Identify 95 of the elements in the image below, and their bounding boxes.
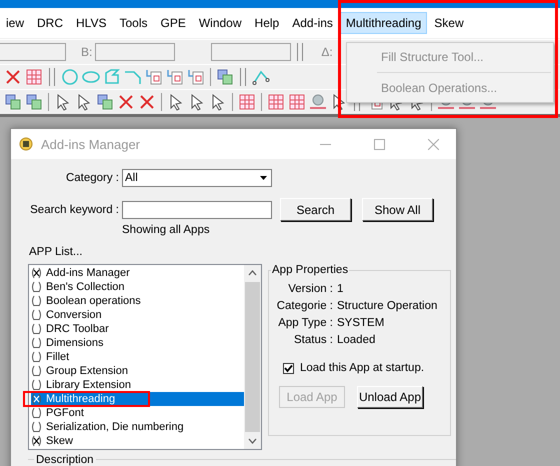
menu-item[interactable]: DRC [31,12,70,34]
app-list[interactable]: Add-ins Manager Ben's Collection Boolean operations Conversion DRC Toolbar Dimensions Fillet Group Extension Library Extension Multithreading PGFont Serialization, Die numbering Skew [28,264,262,450]
item-name: Skew [46,434,73,448]
search-field[interactable] [122,200,272,218]
node-line-icon[interactable] [252,68,270,86]
group-title: Description [34,454,96,466]
list-item[interactable]: DRC Toolbar [31,322,244,336]
field-label: Category : [64,172,120,184]
button[interactable]: Search [280,198,351,221]
grid-icon[interactable] [288,93,306,111]
checkbox[interactable] [31,351,42,363]
item-name: Add-ins Manager [46,266,130,280]
menu-item[interactable]: HLVS [70,12,112,34]
menu-item[interactable]: Tools [113,12,154,34]
menu-item[interactable]: Help [248,12,286,34]
list-item[interactable]: Skew [31,434,244,448]
document-icon[interactable] [187,68,205,86]
list-item[interactable]: Group Extension [31,364,244,378]
menu-item[interactable]: iew [0,12,30,34]
property-value: Loaded [337,334,376,346]
close-icon[interactable] [428,138,438,150]
item-name: Conversion [46,308,102,322]
layers-icon[interactable] [25,93,43,111]
input-field[interactable] [211,43,292,61]
button[interactable]: Unload App [357,386,423,408]
list-item[interactable]: Conversion [31,308,244,322]
checkbox[interactable] [31,393,42,405]
checkbox[interactable] [283,362,294,374]
input-field[interactable] [0,43,66,61]
category-dropdown[interactable]: All [122,169,272,187]
checkbox-label: Load this App at startup. [300,362,424,374]
button[interactable]: Show All [362,198,433,221]
item-name: Ben's Collection [46,280,125,294]
menu-item[interactable]: Window [192,12,248,34]
item-name: Dimensions [46,336,104,350]
checkbox[interactable] [31,379,42,391]
grid-icon[interactable] [267,93,285,111]
delete-icon[interactable] [117,93,135,111]
menu-item[interactable]: Multithreading [340,12,428,34]
list-item[interactable]: PGFont [31,406,244,420]
property-value: SYSTEM [337,317,384,329]
document-icon[interactable] [145,68,163,86]
checkbox[interactable] [31,365,42,377]
menu-item[interactable]: GPE [154,12,192,34]
item-name: Group Extension [46,364,128,378]
item-name: DRC Toolbar [46,322,109,336]
document-icon[interactable] [166,68,184,86]
delete-icon[interactable] [138,93,156,111]
checkbox[interactable] [31,281,42,293]
item-name: Fillet [46,350,70,364]
property-label: App Type : [277,317,333,329]
scrollbar-thumb[interactable] [245,282,260,432]
checkbox[interactable] [31,295,42,307]
list-item[interactable]: Fillet [31,350,244,364]
field-label: Δ: [321,45,333,59]
maximize-icon[interactable] [374,138,384,150]
window-title: Add-ins Manager [41,136,141,152]
checkbox[interactable] [31,309,42,321]
item-name: Multithreading [46,392,116,406]
checkbox[interactable] [31,407,42,419]
property-value: Structure Operation [337,300,438,312]
delete-icon[interactable] [4,68,22,86]
property-label: Categorie : [276,300,333,312]
item-name: Library Extension [46,378,131,392]
group-title: App Properties [271,264,350,276]
menu-item[interactable]: Add-ins [286,12,339,34]
status-text: Showing all Apps [122,224,210,236]
field-label: Search keyword : [29,204,120,216]
list-item[interactable]: Boolean operations [31,294,244,308]
grid-icon[interactable] [25,68,43,86]
list-item[interactable]: Dimensions [31,336,244,350]
checkbox[interactable] [31,435,42,447]
item-name: Boolean operations [46,294,141,308]
property-value: 1 [337,283,344,295]
layers-icon[interactable] [96,93,114,111]
layers-icon[interactable] [216,68,234,86]
property-label: Version : [287,283,333,295]
checkbox[interactable] [31,337,42,349]
item-name: PGFont [46,406,84,420]
item-name: Serialization, Die numbering [46,420,184,434]
grid-icon[interactable] [238,93,256,111]
list-item[interactable]: Serialization, Die numbering [31,420,244,434]
input-field[interactable] [95,43,176,61]
checkbox[interactable] [31,323,42,335]
list-item[interactable]: Add-ins Manager [31,266,244,280]
menu-item[interactable]: Skew [428,12,470,34]
list-item[interactable]: Multithreading [31,392,244,406]
list-item[interactable]: Ben's Collection [31,280,244,294]
property-label: Status : [293,334,333,346]
layers-icon[interactable] [4,93,22,111]
field-label: B: [81,45,92,59]
list-item[interactable]: Library Extension [31,378,244,392]
checkbox[interactable] [31,421,42,433]
checkbox[interactable] [31,267,42,279]
section-label: APP List... [29,246,82,258]
